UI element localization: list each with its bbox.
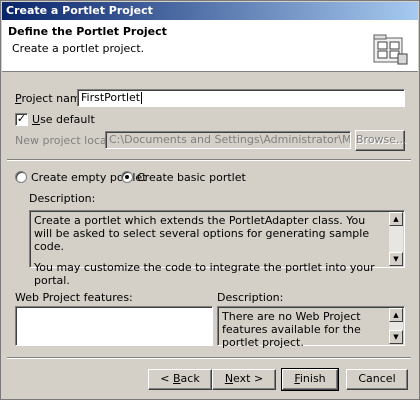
window-title: Create a Portlet Project — [6, 4, 153, 17]
page-subtitle: Create a portlet project. — [12, 42, 145, 55]
scroll-down-icon[interactable]: ▼ — [389, 330, 403, 344]
next-button[interactable]: Next > — [212, 369, 276, 390]
cancel-button[interactable]: Cancel — [346, 369, 408, 390]
use-default-checkbox[interactable]: ✓ — [15, 113, 28, 126]
project-location-value: C:\Documents and Settings\Administrator\… — [109, 133, 351, 146]
text-caret — [141, 92, 143, 104]
use-default-accel: U — [32, 113, 41, 126]
features-description-box: There are no Web Project features availa… — [217, 306, 405, 349]
finish-button[interactable]: Finish — [281, 368, 339, 391]
separator — [7, 159, 411, 161]
browse-button[interactable]: Browse... — [355, 130, 407, 151]
portlet-description-label: Description: — [29, 192, 96, 205]
finish-label: inish — [299, 372, 326, 385]
back-button[interactable]: < Back — [148, 369, 212, 390]
back-label: ack — [180, 372, 200, 385]
project-location-input[interactable]: C:\Documents and Settings\Administrator\… — [105, 131, 351, 149]
features-description-text: There are no Web Project features availa… — [222, 310, 361, 349]
description-scrollbar[interactable]: ▲ ▼ — [389, 212, 403, 266]
use-default-label-text: se default — [40, 113, 95, 126]
create-basic-portlet-label[interactable]: Create basic portlet — [137, 171, 246, 184]
page-title: Define the Portlet Project — [8, 25, 167, 38]
portlet-description-p2: You may customize the code to integrate … — [34, 261, 375, 287]
portlet-description-box: Create a portlet which extends the Portl… — [29, 210, 405, 287]
back-accel: B — [173, 372, 181, 385]
create-empty-portlet-radio[interactable] — [15, 171, 27, 183]
features-scrollbar[interactable]: ▲ ▼ — [389, 308, 403, 344]
title-bar[interactable]: Create a Portlet Project — [2, 2, 418, 20]
web-features-label: Web Project features: — [15, 291, 133, 304]
scroll-down-icon[interactable]: ▼ — [389, 252, 403, 266]
wizard-header: Define the Portlet Project Create a port… — [2, 20, 418, 72]
portlet-description-p1: Create a portlet which extends the Portl… — [34, 214, 370, 253]
browse-label: Browse... — [356, 133, 407, 146]
create-basic-portlet-radio[interactable] — [121, 171, 133, 183]
project-folder-icon — [373, 34, 408, 65]
cancel-label: Cancel — [358, 372, 396, 385]
separator — [7, 357, 411, 359]
web-features-list[interactable] — [15, 306, 213, 346]
scroll-up-icon[interactable]: ▲ — [389, 212, 403, 226]
features-description-label: Description: — [217, 291, 284, 304]
use-default-label[interactable]: Use default — [32, 113, 95, 126]
back-prefix: < — [160, 372, 173, 385]
wizard-dialog: Create a Portlet Project Define the Port… — [0, 0, 420, 400]
scroll-up-icon[interactable]: ▲ — [389, 308, 403, 322]
next-label: ext > — [233, 372, 264, 385]
project-name-value: FirstPortlet — [81, 91, 141, 104]
next-accel: N — [224, 372, 234, 385]
project-name-input[interactable]: FirstPortlet — [77, 89, 405, 107]
